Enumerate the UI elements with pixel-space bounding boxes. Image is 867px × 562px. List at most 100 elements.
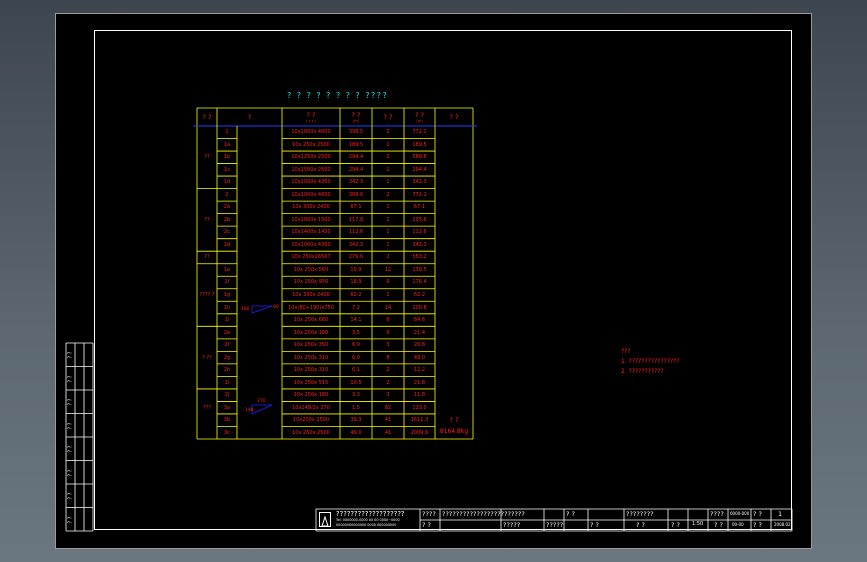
row-spec: 10x 250x 180 (293, 392, 329, 399)
row-quantity: 6 (386, 329, 390, 336)
row-length: 10.5 (350, 379, 362, 386)
row-total: 772.2 (412, 191, 427, 198)
grand-total-value: 8164.8 (439, 427, 461, 435)
row-quantity: 2 (386, 191, 390, 198)
group-label: ??? (203, 404, 211, 411)
revision-strip-label: ? ? (67, 398, 74, 406)
row-spec: 10x 250x 950 (293, 279, 329, 286)
group-label: ?? (204, 216, 210, 223)
row-id: 2g (223, 354, 231, 361)
row-total: 1611.3 (410, 417, 429, 424)
header-label: ? (247, 113, 252, 121)
row-id: 3b (223, 417, 231, 424)
gusset-plate-diagram-2 (251, 404, 273, 415)
row-spec: 10x1500x 2500 (291, 166, 331, 173)
row-total: 235.6 (412, 216, 427, 223)
row-length: 18.9 (350, 279, 362, 286)
row-id: 2i (224, 379, 230, 386)
tb-label-5: ? ? (566, 510, 575, 518)
row-length: 3.3 (352, 392, 360, 399)
row-spec: 10x(80+190)x750 (288, 304, 334, 311)
group-label: ???? ? (199, 292, 215, 299)
header-label: ? ? (351, 111, 361, 119)
row-length: 342.3 (348, 241, 364, 248)
row-quantity: 2 (386, 216, 390, 223)
row-total: 588.8 (412, 154, 427, 161)
row-spec: 10x148/2x 270 (292, 404, 330, 411)
revision-strip: ? ? ? ? ? ? ? ? ? ? ? ? ? ? ? ? (65, 342, 94, 532)
row-spec: 10x 250x16567 (291, 254, 331, 261)
row-total: 21.8 (413, 379, 426, 386)
revision-strip-label: ? ? (67, 445, 74, 453)
row-length: 189.5 (348, 141, 364, 148)
gusset-plate-diagram-1 (251, 305, 273, 314)
row-length: 62.2 (350, 292, 362, 298)
drawing-code-2: 00-00 (732, 522, 744, 527)
row-total: 189.5 (412, 141, 427, 148)
header-unit: (m) (416, 119, 423, 123)
row-quantity: 14 (384, 304, 392, 311)
plate-cut-list-table: 180 80 270 148 ? ??? ?( x x )? ? (m)? ?? ? (m… (193, 107, 477, 440)
row-spec: 10x 250x 2500 (292, 141, 330, 148)
row-spec: 10x 250x 350 (293, 342, 329, 349)
row-length: 386.6 (348, 191, 364, 198)
row-id: 3a (223, 404, 231, 411)
row-total: 130.5 (412, 266, 427, 273)
drawing-title: ? ? ? ? ? ? ? ? ???? (287, 91, 389, 100)
header-cell: ? ? (197, 108, 217, 126)
group-label: ?? (204, 154, 210, 161)
row-total: 112.6 (412, 229, 427, 236)
tb-label-8: ? ? (636, 521, 645, 529)
row-quantity: 1 (386, 204, 390, 211)
row-id: 1g (223, 292, 231, 298)
header-label: ? ? (449, 113, 459, 121)
diagram-dimension-label: 180 (241, 306, 250, 312)
row-spec: 10x 330x 2400 (292, 292, 330, 298)
row-total: 62.2 (413, 292, 426, 298)
row-id: 1a (223, 141, 231, 148)
row-quantity: 12 (384, 266, 392, 273)
grand-total-unit: kg (460, 427, 469, 435)
row-total: 12.2 (413, 367, 426, 374)
header-cell: ? ?( x x ) (282, 108, 340, 126)
row-spec: 10x 250x 660 (293, 317, 329, 324)
row-id: 2c (224, 229, 230, 236)
row-quantity: 6 (386, 317, 390, 324)
header-label: ? ? (306, 111, 316, 119)
tb-label-11: ? ? (714, 521, 723, 529)
row-id (217, 251, 237, 264)
row-length: 294.4 (348, 154, 364, 161)
revision-strip-label: ? ? (67, 515, 74, 523)
row-length: 6.1 (352, 367, 360, 374)
header-cell: ? (217, 108, 282, 126)
row-spec: 10x1000x 1500 (291, 216, 331, 223)
row-total: 294.4 (412, 166, 427, 173)
drawing-name: ???????????????????????? (442, 510, 525, 518)
header-label: ? ? (383, 113, 393, 121)
row-total: 2009.6 (410, 429, 429, 436)
row-length: 7.2 (352, 304, 360, 311)
row-quantity: 2 (386, 254, 390, 261)
row-total: 20.8 (413, 342, 426, 349)
row-total: 176.4 (412, 279, 427, 286)
row-id: 2d (223, 241, 231, 248)
row-length: 6.9 (352, 342, 360, 349)
row-spec: 10x 250x 515 (293, 379, 329, 386)
tb-label-6: ? ? (590, 521, 599, 529)
row-total: 553.2 (412, 254, 427, 261)
row-quantity: 1 (386, 241, 390, 248)
row-quantity: 8 (386, 354, 390, 361)
row-quantity: 41 (384, 429, 392, 436)
tb-label-7: ???????? (626, 510, 654, 518)
row-id: 1d (223, 179, 231, 186)
row-total: 123.0 (412, 404, 427, 411)
diagram-dimension-label: 148 (245, 407, 254, 413)
row-id: 2f (224, 342, 230, 349)
row-length: 49.0 (350, 429, 362, 436)
row-total: 342.3 (412, 179, 427, 186)
revision-strip-label: ? ? (67, 492, 74, 500)
row-length: 276.6 (348, 254, 364, 261)
header-cell: ? ? (m) (404, 108, 435, 126)
cad-viewport[interactable]: ? ? ? ? ? ? ? ? ???? 180 80 270 148 ? ??? ?… (0, 0, 867, 562)
revision-strip-label: ? ? (67, 351, 74, 359)
